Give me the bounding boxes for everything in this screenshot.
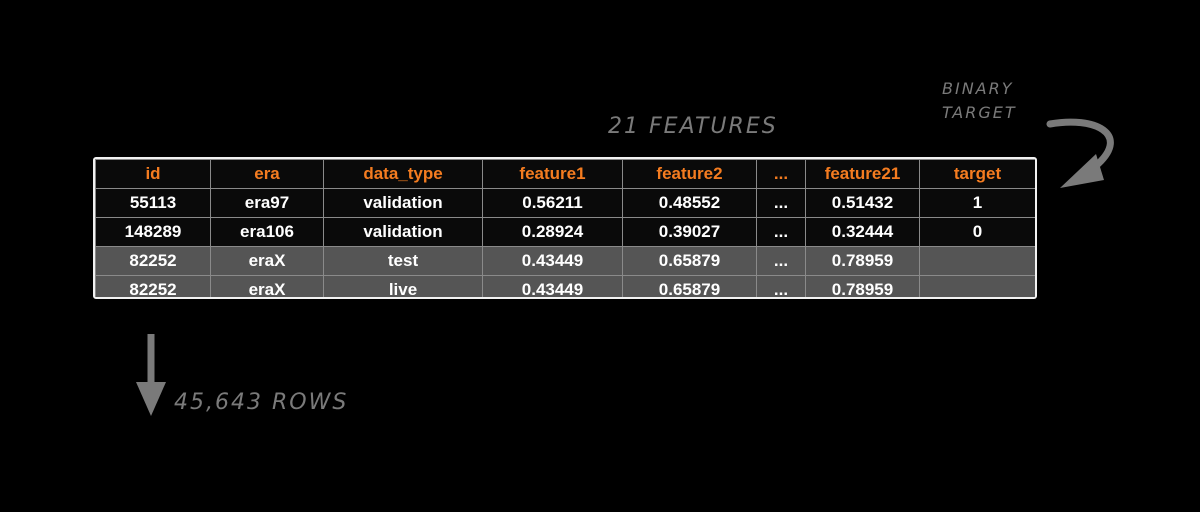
cell-id: 148289 xyxy=(95,217,211,247)
binary-target-label-line1: binary xyxy=(942,79,1014,98)
table-row: 82252 eraX live 0.43449 0.65879 ... 0.78… xyxy=(95,275,1035,297)
cell-era: eraX xyxy=(210,275,324,297)
cell-id: 55113 xyxy=(95,188,211,218)
cell-data-type: validation xyxy=(323,188,483,218)
cell-feature1: 0.56211 xyxy=(482,188,623,218)
cell-data-type: live xyxy=(323,275,483,297)
cell-data-type: test xyxy=(323,246,483,276)
cell-target: 1 xyxy=(919,188,1035,218)
table-row: 148289 era106 validation 0.28924 0.39027… xyxy=(95,217,1035,247)
cell-feature2: 0.65879 xyxy=(622,275,757,297)
header-era: era xyxy=(210,159,324,189)
data-table: id era data_type feature1 feature2 ... f… xyxy=(95,159,1035,297)
cell-target xyxy=(919,246,1035,276)
header-feature1: feature1 xyxy=(482,159,623,189)
cell-feature1: 0.28924 xyxy=(482,217,623,247)
header-feature2: feature2 xyxy=(622,159,757,189)
curved-arrow-icon xyxy=(1046,118,1114,188)
cell-target: 0 xyxy=(919,217,1035,247)
cell-feature1: 0.43449 xyxy=(482,275,623,297)
cell-era: era97 xyxy=(210,188,324,218)
cell-id: 82252 xyxy=(95,275,211,297)
header-target: target xyxy=(919,159,1035,189)
cell-ellipsis: ... xyxy=(756,275,806,297)
table-row: 82252 eraX test 0.43449 0.65879 ... 0.78… xyxy=(95,246,1035,276)
cell-ellipsis: ... xyxy=(756,217,806,247)
cell-feature21: 0.51432 xyxy=(805,188,920,218)
cell-feature21: 0.78959 xyxy=(805,246,920,276)
header-data-type: data_type xyxy=(323,159,483,189)
cell-feature2: 0.65879 xyxy=(622,246,757,276)
header-feature21: feature21 xyxy=(805,159,920,189)
data-table-container: id era data_type feature1 feature2 ... f… xyxy=(93,157,1037,299)
cell-id: 82252 xyxy=(95,246,211,276)
cell-feature2: 0.39027 xyxy=(622,217,757,247)
header-id: id xyxy=(95,159,211,189)
cell-feature21: 0.32444 xyxy=(805,217,920,247)
rows-count-label: 45,643 rows xyxy=(174,390,349,415)
table-row: 55113 era97 validation 0.56211 0.48552 .… xyxy=(95,188,1035,218)
header-ellipsis: ... xyxy=(756,159,806,189)
cell-data-type: validation xyxy=(323,217,483,247)
cell-era: eraX xyxy=(210,246,324,276)
cell-feature2: 0.48552 xyxy=(622,188,757,218)
table-header-row: id era data_type feature1 feature2 ... f… xyxy=(95,159,1035,189)
cell-feature21: 0.78959 xyxy=(805,275,920,297)
down-arrow-icon xyxy=(136,334,166,416)
cell-ellipsis: ... xyxy=(756,246,806,276)
cell-target xyxy=(919,275,1035,297)
cell-era: era106 xyxy=(210,217,324,247)
features-count-label: 21 features xyxy=(608,114,778,139)
binary-target-label-line2: target xyxy=(942,103,1017,122)
cell-ellipsis: ... xyxy=(756,188,806,218)
cell-feature1: 0.43449 xyxy=(482,246,623,276)
